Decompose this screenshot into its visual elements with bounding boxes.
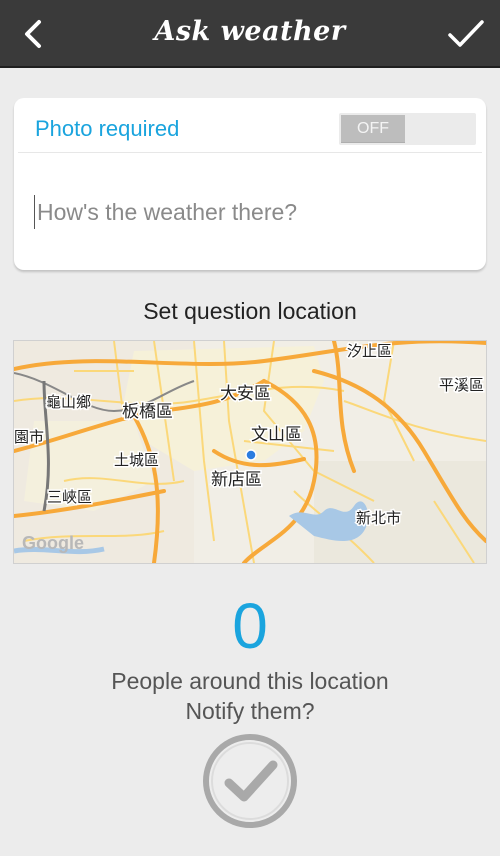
- map-label-xizhi: 汐止區: [347, 342, 392, 360]
- map-canvas: 汐止區 平溪區 龜山鄉 板橋區 大安區 文山區 園市 土城區 新店區 三峽區 新…: [14, 341, 486, 563]
- map-label-tucheng: 土城區: [114, 451, 159, 469]
- map-label-newtaipei: 新北市: [356, 509, 401, 527]
- photo-required-label: Photo required: [35, 116, 180, 141]
- map-label-sanxia: 三峽區: [47, 488, 92, 506]
- google-logo: Google: [22, 533, 84, 553]
- people-around-label: People around this location: [111, 668, 389, 694]
- map-label-pingxi: 平溪區: [439, 376, 484, 394]
- map-label-daan: 大安區: [220, 384, 271, 404]
- map-label-guishan: 龜山鄉: [46, 393, 91, 411]
- map-label-wenshan: 文山區: [251, 425, 302, 445]
- notify-prompt: Notify them?: [185, 698, 315, 724]
- map-label-banqiao: 板橋區: [122, 402, 173, 422]
- question-input[interactable]: [34, 195, 467, 229]
- location-pin-icon: [245, 449, 257, 461]
- notify-button[interactable]: [201, 732, 299, 830]
- map-label-taoyuan: 園市: [14, 428, 44, 446]
- toggle-state-label: OFF: [341, 115, 405, 143]
- checkmark-circle-icon: [203, 734, 297, 828]
- people-count: 0: [232, 590, 268, 662]
- checkmark-icon: [448, 20, 484, 47]
- confirm-button[interactable]: [444, 14, 488, 54]
- page-title: Ask weather: [154, 16, 346, 47]
- location-heading: Set question location: [143, 298, 357, 324]
- map-label-xindian: 新店區: [211, 470, 262, 490]
- card-divider: [18, 152, 482, 153]
- location-map[interactable]: 汐止區 平溪區 龜山鄉 板橋區 大安區 文山區 園市 土城區 新店區 三峽區 新…: [13, 340, 487, 564]
- photo-required-toggle[interactable]: OFF: [339, 113, 476, 145]
- top-bar: Ask weather: [0, 0, 500, 68]
- question-card: Photo required OFF: [14, 98, 486, 270]
